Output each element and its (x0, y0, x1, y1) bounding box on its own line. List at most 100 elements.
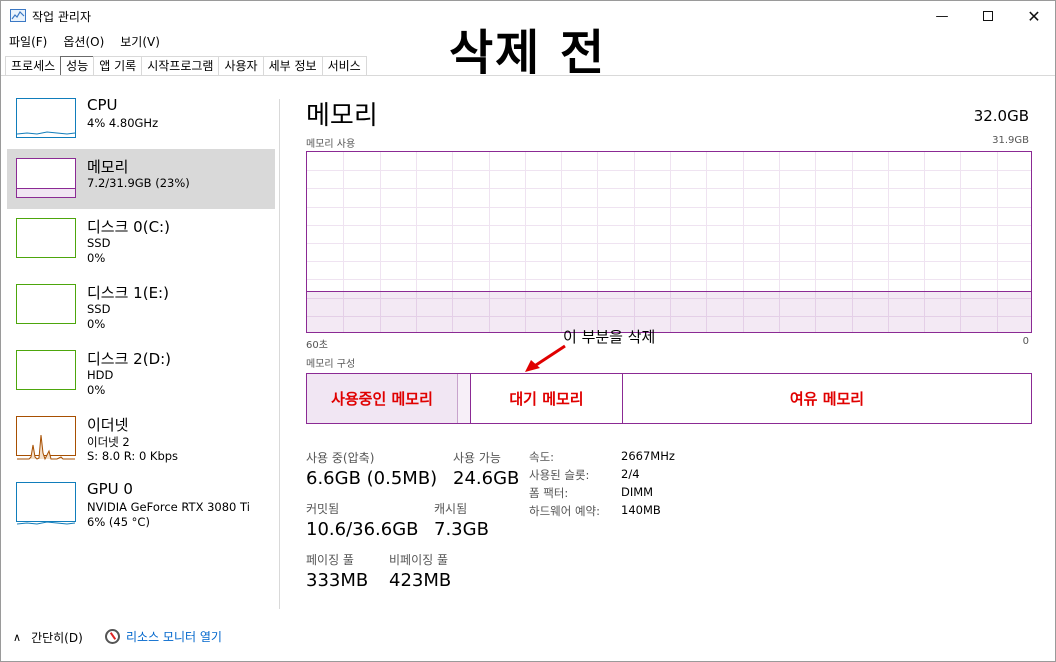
graph-time-left: 60초 (306, 340, 328, 351)
sidebar-item-detail: 4% 4.80GHz (87, 116, 159, 130)
stat-in-use-label: 사용 중(압축) (306, 451, 375, 465)
sidebar-item-memory[interactable]: 메모리 7.2/31.9GB (23%) (7, 149, 275, 209)
maximize-button[interactable] (965, 1, 1011, 31)
resource-monitor-label: 리소스 모니터 열기 (126, 630, 222, 644)
fewer-details-button[interactable]: ∧ 간단히(D) (13, 629, 83, 646)
disk-0-thumbnail-graph (16, 218, 76, 258)
tab-processes[interactable]: 프로세스 (5, 56, 62, 76)
composition-in-use: 사용중인 메모리 (307, 374, 457, 423)
stat-in-use-value: 6.6GB (0.5MB) (306, 468, 438, 489)
stat-committed-label: 커밋됨 (306, 502, 340, 516)
sidebar-item-detail: S: 8.0 R: 0 Kbps (87, 449, 179, 463)
disk-1-thumbnail-graph (16, 284, 76, 324)
sidebar-item-disk-1[interactable]: 디스크 1(E:) SSD 0% (7, 275, 275, 335)
sidebar-item-label: CPU (87, 96, 118, 114)
detail-slots-label: 사용된 슬롯: (529, 468, 590, 482)
memory-composition-bar: 사용중인 메모리 대기 메모리 여유 메모리 (306, 373, 1032, 424)
sidebar-item-label: 이더넷 (87, 416, 129, 434)
close-button[interactable]: ✕ (1011, 1, 1056, 31)
sidebar-divider (279, 99, 280, 609)
stat-paged-pool-label: 페이징 풀 (306, 553, 354, 567)
close-icon: ✕ (1027, 6, 1041, 26)
stat-committed-value: 10.6/36.6GB (306, 519, 419, 540)
resource-monitor-icon (105, 629, 120, 644)
sidebar-item-detail: 이더넷 2 (87, 435, 130, 449)
memory-usage-max: 31.9GB (992, 135, 1029, 146)
menu-file[interactable]: 파일(F) (1, 32, 55, 52)
fewer-details-label: 간단히(D) (31, 631, 83, 645)
sidebar-item-detail: HDD (87, 368, 114, 382)
annotation-text: 이 부분을 삭제 (563, 328, 656, 346)
tab-bar: 프로세스 성능 앱 기록 시작프로그램 사용자 세부 정보 서비스 (5, 56, 367, 76)
sidebar-item-disk-2[interactable]: 디스크 2(D:) HDD 0% (7, 341, 275, 401)
memory-usage-label: 메모리 사용 (306, 139, 356, 150)
task-manager-app-icon (10, 9, 26, 22)
stat-cached-label: 캐시됨 (434, 502, 468, 516)
stat-nonpaged-pool-value: 423MB (389, 570, 452, 591)
cpu-thumbnail-graph (16, 98, 76, 138)
open-resource-monitor-link[interactable]: 리소스 모니터 열기 (105, 628, 222, 645)
memory-usage-graph (306, 151, 1032, 333)
memory-composition-label: 메모리 구성 (306, 359, 356, 370)
sidebar-item-detail: 0% (87, 383, 106, 397)
detail-hw-reserved-value: 140MB (621, 503, 661, 517)
memory-thumbnail-graph (16, 158, 76, 198)
sidebar-item-label: 디스크 0(C:) (87, 218, 170, 236)
detail-speed-label: 속도: (529, 450, 555, 464)
detail-form-factor-label: 폼 팩터: (529, 486, 569, 500)
window-title: 작업 관리자 (32, 10, 92, 24)
sidebar-item-detail: SSD (87, 236, 111, 250)
sidebar-item-label: GPU 0 (87, 480, 133, 498)
composition-modified (457, 374, 471, 423)
sidebar-item-detail: 7.2/31.9GB (23%) (87, 176, 190, 190)
overlay-heading: 삭제 전 (449, 25, 607, 81)
ethernet-thumbnail-graph (16, 416, 76, 461)
tab-users[interactable]: 사용자 (218, 56, 264, 76)
sidebar-item-detail: SSD (87, 302, 111, 316)
page-title: 메모리 (306, 101, 378, 131)
sidebar-item-detail: 0% (87, 317, 106, 331)
detail-slots-value: 2/4 (621, 467, 640, 481)
tab-app-history[interactable]: 앱 기록 (93, 56, 143, 76)
sidebar-item-ethernet[interactable]: 이더넷 이더넷 2 S: 8.0 R: 0 Kbps (7, 407, 275, 467)
chevron-up-icon: ∧ (13, 631, 22, 644)
sidebar-item-gpu-0[interactable]: GPU 0 NVIDIA GeForce RTX 3080 Ti 6% (45 … (7, 473, 275, 533)
tab-divider (1, 75, 1055, 76)
task-manager-window: 작업 관리자 — ✕ 삭제 전 파일(F) 옵션(O) 보기(V) 프로세스 성… (0, 0, 1056, 662)
detail-hw-reserved-label: 하드웨어 예약: (529, 504, 601, 518)
gpu-thumbnail-graph (16, 482, 76, 525)
memory-total: 32.0GB (973, 107, 1029, 125)
minimize-button[interactable]: — (919, 1, 965, 31)
maximize-icon (983, 11, 993, 21)
annotation-arrow-icon (525, 344, 566, 372)
disk-2-thumbnail-graph (16, 350, 76, 390)
sidebar-item-label: 디스크 2(D:) (87, 350, 172, 368)
memory-usage-fill (307, 290, 1031, 332)
sidebar-item-detail: NVIDIA GeForce RTX 3080 Ti (87, 500, 250, 514)
sidebar-item-cpu[interactable]: CPU 4% 4.80GHz (7, 89, 275, 149)
sidebar-item-detail: 0% (87, 251, 106, 265)
composition-free: 여유 메모리 (789, 390, 865, 408)
tab-startup[interactable]: 시작프로그램 (141, 56, 220, 76)
sidebar-item-label: 디스크 1(E:) (87, 284, 169, 302)
stat-cached-value: 7.3GB (434, 519, 489, 540)
menu-view[interactable]: 보기(V) (112, 32, 168, 52)
composition-standby: 대기 메모리 (471, 374, 623, 423)
tab-services[interactable]: 서비스 (321, 56, 367, 76)
menu-options[interactable]: 옵션(O) (55, 32, 112, 52)
detail-form-factor-value: DIMM (621, 485, 654, 499)
sidebar-item-detail: 6% (45 °C) (87, 515, 150, 529)
graph-time-right: 0 (1022, 336, 1029, 347)
menu-bar: 파일(F) 옵션(O) 보기(V) (1, 32, 168, 52)
tab-details[interactable]: 세부 정보 (262, 56, 323, 76)
footer: ∧ 간단히(D) 리소스 모니터 열기 (1, 623, 1055, 653)
detail-speed-value: 2667MHz (621, 449, 675, 463)
sidebar-item-label: 메모리 (87, 158, 129, 176)
stat-paged-pool-value: 333MB (306, 570, 369, 591)
stat-nonpaged-pool-label: 비페이징 풀 (389, 553, 449, 567)
minimize-icon: — (935, 8, 949, 24)
tab-performance[interactable]: 성능 (60, 56, 95, 76)
stat-available-value: 24.6GB (453, 468, 520, 489)
sidebar-item-disk-0[interactable]: 디스크 0(C:) SSD 0% (7, 209, 275, 269)
stat-available-label: 사용 가능 (453, 451, 501, 465)
